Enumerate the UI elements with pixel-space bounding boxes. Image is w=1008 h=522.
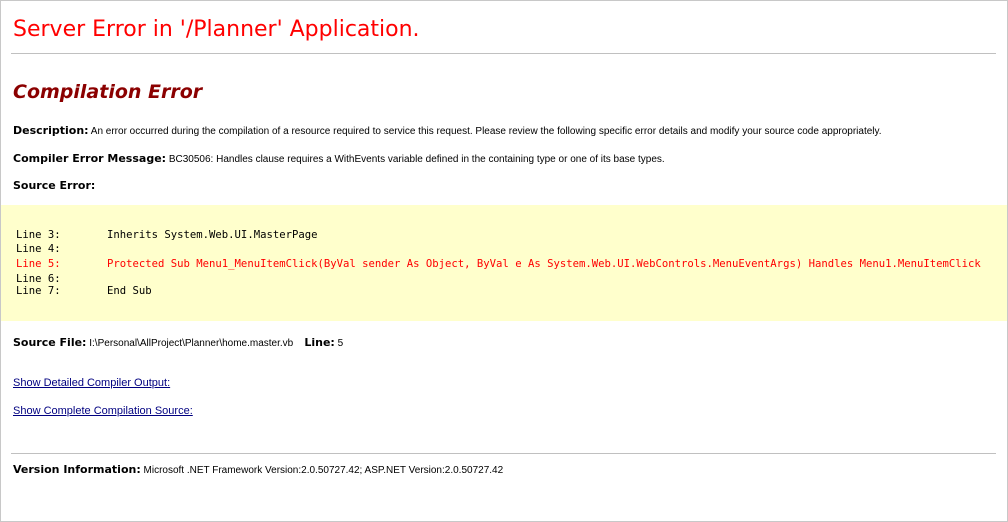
line-code: End Sub <box>107 285 152 297</box>
line-number: Line 6: <box>16 273 61 285</box>
version-row: Version Information: Microsoft .NET Fram… <box>13 463 503 476</box>
show-detailed-compiler-output-link[interactable]: Show Detailed Compiler Output: <box>13 377 170 389</box>
compiler-error-text: BC30506: Handles clause requires a WithE… <box>168 154 665 165</box>
code-line: Line 4: <box>16 243 107 255</box>
error-type-heading: Compilation Error <box>13 81 203 103</box>
code-line: Line 7: End Sub <box>16 285 152 297</box>
code-line: Line 6: <box>16 273 107 285</box>
line-number: Line 4: <box>16 243 61 255</box>
line-value: 5 <box>337 338 344 349</box>
version-label: Version Information: <box>13 463 141 476</box>
compiler-error-label: Compiler Error Message: <box>13 152 167 165</box>
title-divider <box>11 53 996 54</box>
line-number: Line 5: <box>16 258 61 270</box>
code-line-error: Line 5: Protected Sub Menu1_MenuItemClick… <box>16 258 981 270</box>
error-page: Server Error in '/Planner' Application. … <box>0 0 1008 522</box>
footer-divider <box>11 453 996 454</box>
line-code: Inherits System.Web.UI.MasterPage <box>107 229 318 241</box>
description-row: Description: An error occurred during th… <box>13 124 882 137</box>
source-file-path: I:\Personal\AllProject\Planner\home.mast… <box>89 338 294 349</box>
source-error-label: Source Error: <box>13 179 96 192</box>
show-complete-compilation-source-link[interactable]: Show Complete Compilation Source: <box>13 405 193 417</box>
description-text: An error occurred during the compilation… <box>90 126 882 137</box>
code-line: Line 3: Inherits System.Web.UI.MasterPage <box>16 229 317 241</box>
version-text: Microsoft .NET Framework Version:2.0.507… <box>143 465 504 476</box>
line-number: Line 3: <box>16 229 61 241</box>
line-code: Protected Sub Menu1_MenuItemClick(ByVal … <box>107 258 981 270</box>
source-error-row: Source Error: <box>13 179 95 192</box>
page-title: Server Error in '/Planner' Application. <box>13 17 420 42</box>
line-number: Line 7: <box>16 285 61 297</box>
description-label: Description: <box>13 124 89 137</box>
compiler-error-row: Compiler Error Message: BC30506: Handles… <box>13 152 665 165</box>
line-label: Line: <box>304 336 335 349</box>
source-code-block: Line 3: Inherits System.Web.UI.MasterPage… <box>1 205 1007 321</box>
source-file-row: Source File: I:\Personal\AllProject\Plan… <box>13 336 343 349</box>
source-file-label: Source File: <box>13 336 87 349</box>
